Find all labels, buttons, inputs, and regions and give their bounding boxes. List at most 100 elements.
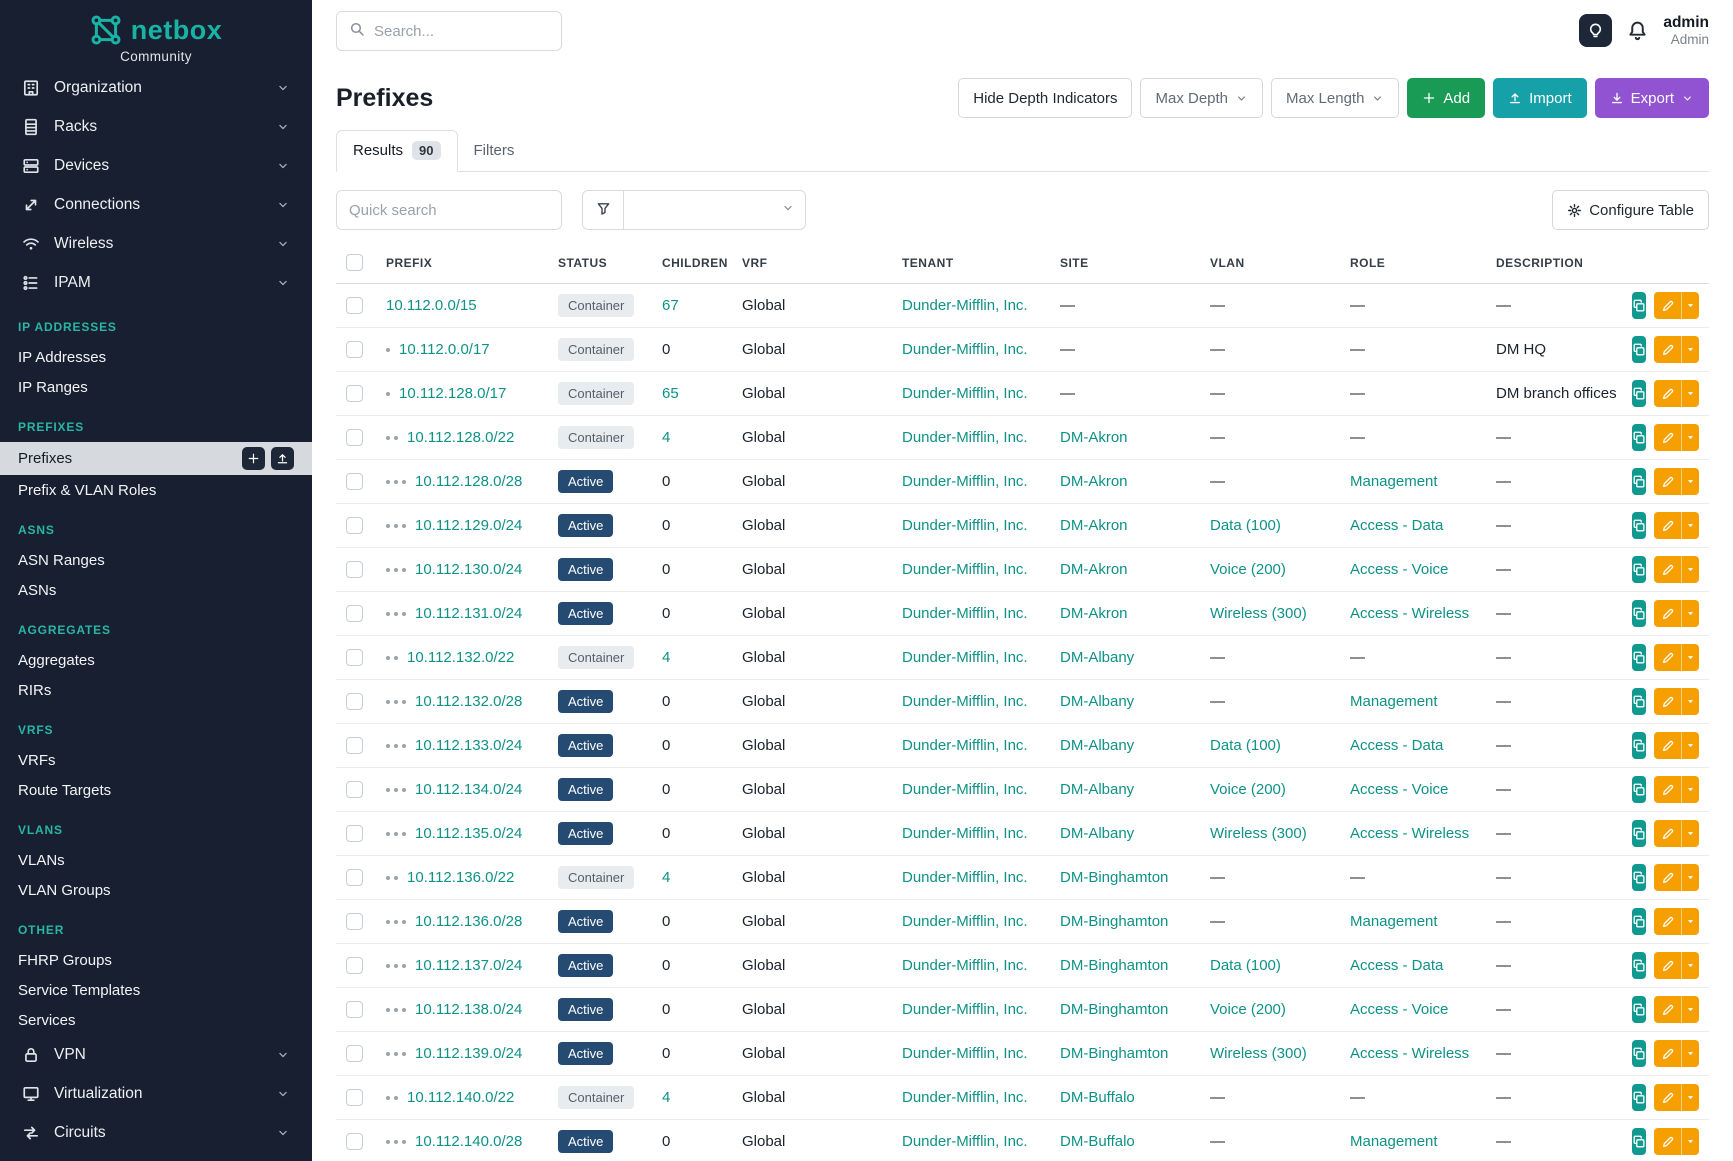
prefix-link[interactable]: 10.112.128.0/22: [407, 429, 514, 446]
tenant-link[interactable]: Dunder-Mifflin, Inc.: [902, 385, 1028, 402]
prefix-link[interactable]: 10.112.128.0/28: [415, 473, 522, 490]
row-checkbox[interactable]: [346, 693, 363, 710]
edit-dropdown-toggle[interactable]: [1681, 380, 1699, 407]
edit-dropdown-toggle[interactable]: [1681, 996, 1699, 1023]
clone-button[interactable]: [1632, 996, 1646, 1023]
clone-button[interactable]: [1632, 864, 1646, 891]
sidebar-item-route-targets[interactable]: Route Targets: [0, 775, 312, 805]
edit-button[interactable]: [1654, 996, 1681, 1023]
edit-button[interactable]: [1654, 820, 1681, 847]
edit-button[interactable]: [1654, 732, 1681, 759]
sidebar-item-virtualization[interactable]: Virtualization: [0, 1074, 312, 1113]
clone-button[interactable]: [1632, 1084, 1646, 1111]
prefix-link[interactable]: 10.112.131.0/24: [415, 605, 522, 622]
sidebar-item-service-templates[interactable]: Service Templates: [0, 975, 312, 1005]
global-search-input[interactable]: [374, 23, 549, 40]
sidebar-item-vlans[interactable]: VLANs: [0, 845, 312, 875]
sidebar-item-circuits[interactable]: Circuits: [0, 1113, 312, 1152]
children-count-link[interactable]: 65: [662, 385, 679, 402]
sidebar-item-prefixes[interactable]: Prefixes: [0, 442, 312, 475]
site-link[interactable]: DM-Albany: [1060, 825, 1134, 842]
vlan-link[interactable]: Data (100): [1210, 737, 1281, 754]
edit-button[interactable]: [1654, 512, 1681, 539]
edit-button[interactable]: [1654, 424, 1681, 451]
tenant-link[interactable]: Dunder-Mifflin, Inc.: [902, 781, 1028, 798]
role-link[interactable]: Access - Voice: [1350, 781, 1448, 798]
row-checkbox[interactable]: [346, 1001, 363, 1018]
sidebar-item-vlan-groups[interactable]: VLAN Groups: [0, 875, 312, 905]
clone-button[interactable]: [1632, 644, 1646, 671]
saved-filter-select[interactable]: [624, 190, 806, 230]
site-link[interactable]: DM-Binghamton: [1060, 869, 1168, 886]
row-checkbox[interactable]: [346, 957, 363, 974]
sidebar-item-devices[interactable]: Devices: [0, 146, 312, 185]
edit-dropdown-toggle[interactable]: [1681, 424, 1699, 451]
brand[interactable]: netbox Community: [0, 0, 312, 68]
children-count-link[interactable]: 4: [662, 1089, 670, 1106]
edit-dropdown-toggle[interactable]: [1681, 820, 1699, 847]
prefix-link[interactable]: 10.112.138.0/24: [415, 1001, 522, 1018]
sidebar-item-ipam[interactable]: IPAM: [0, 263, 312, 302]
column-header-vrf[interactable]: VRF: [732, 244, 892, 284]
prefix-link[interactable]: 10.112.140.0/22: [407, 1089, 514, 1106]
edit-button[interactable]: [1654, 468, 1681, 495]
row-checkbox[interactable]: [346, 825, 363, 842]
prefix-link[interactable]: 10.112.132.0/28: [415, 693, 522, 710]
prefix-link[interactable]: 10.112.132.0/22: [407, 649, 514, 666]
tenant-link[interactable]: Dunder-Mifflin, Inc.: [902, 473, 1028, 490]
tab-filters[interactable]: Filters: [458, 130, 531, 171]
prefix-link[interactable]: 10.112.0.0/17: [399, 341, 490, 358]
site-link[interactable]: DM-Binghamton: [1060, 1001, 1168, 1018]
clone-button[interactable]: [1632, 600, 1646, 627]
row-checkbox[interactable]: [346, 561, 363, 578]
role-link[interactable]: Access - Wireless: [1350, 1045, 1469, 1062]
row-checkbox[interactable]: [346, 869, 363, 886]
vlan-link[interactable]: Data (100): [1210, 957, 1281, 974]
prefix-link[interactable]: 10.112.0.0/15: [386, 297, 477, 314]
role-link[interactable]: Access - Voice: [1350, 1001, 1448, 1018]
edit-button[interactable]: [1654, 292, 1681, 319]
edit-dropdown-toggle[interactable]: [1681, 644, 1699, 671]
import-button[interactable]: Import: [1493, 78, 1587, 118]
clone-button[interactable]: [1632, 424, 1646, 451]
site-link[interactable]: DM-Albany: [1060, 781, 1134, 798]
edit-dropdown-toggle[interactable]: [1681, 468, 1699, 495]
site-link[interactable]: DM-Akron: [1060, 561, 1128, 578]
site-link[interactable]: DM-Albany: [1060, 649, 1134, 666]
tenant-link[interactable]: Dunder-Mifflin, Inc.: [902, 957, 1028, 974]
column-header-site[interactable]: SITE: [1050, 244, 1200, 284]
site-link[interactable]: DM-Akron: [1060, 605, 1128, 622]
role-link[interactable]: Management: [1350, 473, 1438, 490]
sidebar-item-ip-ranges[interactable]: IP Ranges: [0, 372, 312, 402]
sidebar-item-rirs[interactable]: RIRs: [0, 675, 312, 705]
edit-dropdown-toggle[interactable]: [1681, 732, 1699, 759]
edit-button[interactable]: [1654, 380, 1681, 407]
hide-depth-indicators-button[interactable]: Hide Depth Indicators: [958, 78, 1132, 118]
edit-button[interactable]: [1654, 1040, 1681, 1067]
tenant-link[interactable]: Dunder-Mifflin, Inc.: [902, 517, 1028, 534]
sidebar-item-fhrp-groups[interactable]: FHRP Groups: [0, 945, 312, 975]
sidebar-item-vrfs[interactable]: VRFs: [0, 745, 312, 775]
site-link[interactable]: DM-Buffalo: [1060, 1089, 1135, 1106]
role-link[interactable]: Access - Wireless: [1350, 605, 1469, 622]
sidebar-item-vpn[interactable]: VPN: [0, 1035, 312, 1074]
clone-button[interactable]: [1632, 688, 1646, 715]
edit-button[interactable]: [1654, 776, 1681, 803]
edit-button[interactable]: [1654, 1084, 1681, 1111]
edit-dropdown-toggle[interactable]: [1681, 512, 1699, 539]
column-header-description[interactable]: DESCRIPTION: [1486, 244, 1626, 284]
site-link[interactable]: DM-Binghamton: [1060, 913, 1168, 930]
tab-results[interactable]: Results 90: [336, 130, 458, 172]
site-link[interactable]: DM-Akron: [1060, 473, 1128, 490]
role-link[interactable]: Management: [1350, 913, 1438, 930]
export-button[interactable]: Export: [1595, 78, 1709, 118]
tenant-link[interactable]: Dunder-Mifflin, Inc.: [902, 825, 1028, 842]
prefix-link[interactable]: 10.112.134.0/24: [415, 781, 522, 798]
notifications-bell-icon[interactable]: [1627, 20, 1648, 41]
edit-dropdown-toggle[interactable]: [1681, 600, 1699, 627]
tenant-link[interactable]: Dunder-Mifflin, Inc.: [902, 913, 1028, 930]
sidebar-item-asns[interactable]: ASNs: [0, 575, 312, 605]
quick-search-input[interactable]: [336, 190, 562, 230]
row-checkbox[interactable]: [346, 341, 363, 358]
tenant-link[interactable]: Dunder-Mifflin, Inc.: [902, 737, 1028, 754]
